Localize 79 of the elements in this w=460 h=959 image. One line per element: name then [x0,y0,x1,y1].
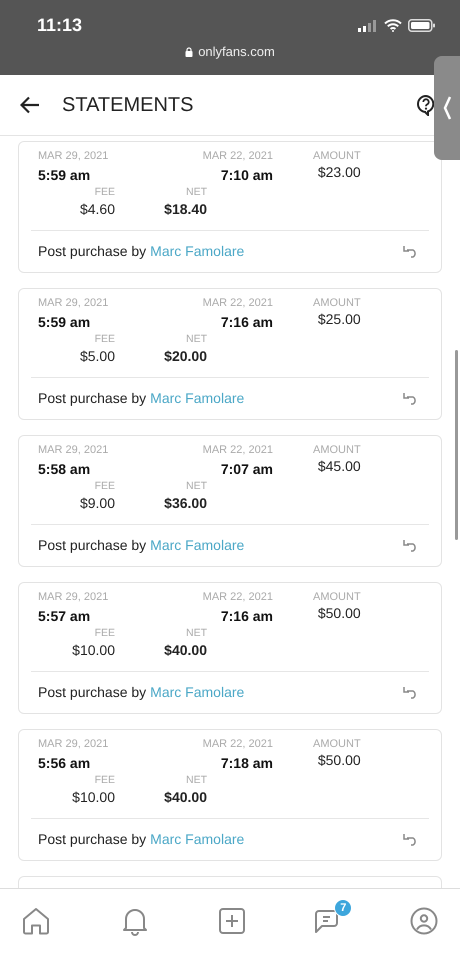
time-text: 7:18 am [220,755,273,771]
undo-icon[interactable] [402,244,419,258]
date-label: MAR 29, 2021 [38,738,108,750]
fee-value: $9.00 [80,495,115,511]
date-label: MAR 22, 2021 [202,738,273,750]
clock-time: 11:13 [37,15,82,36]
amount-value: $23.00 [318,164,361,180]
help-icon[interactable] [416,94,436,116]
battery-icon [408,19,436,32]
fee-value: $10.00 [72,789,115,805]
add-icon[interactable] [218,908,244,934]
net-label: NET [186,480,207,492]
purchase-description: Post purchase by [38,684,146,700]
fee-value: $4.60 [80,201,115,217]
unread-badge: 7 [334,899,352,917]
time-text: 5:58 am [38,461,92,477]
time-text: 7:16 am [220,608,273,624]
lock-icon [185,46,194,56]
time-text: 7:07 am [220,461,273,477]
net-label: NET [186,333,207,345]
purchase-description: Post purchase by [38,537,146,553]
date-label: MAR 22, 2021 [202,297,273,309]
amount-label: AMOUNT [313,591,361,603]
fee-label: FEE [94,333,115,345]
fee-label: FEE [94,774,115,786]
amount-label: AMOUNT [313,444,361,456]
amount-value: $45.00 [318,458,361,474]
home-icon[interactable] [21,907,51,935]
net-label: NET [186,774,207,786]
user-link[interactable]: Marc Famolare [150,390,244,406]
date-label: MAR 22, 2021 [202,150,273,162]
undo-icon[interactable] [402,832,419,846]
purchase-description: Post purchase by [38,831,146,847]
amount-label: AMOUNT [313,297,361,309]
net-label: NET [186,186,207,198]
amount-label: AMOUNT [313,150,361,162]
net-value: $20.00 [164,348,207,364]
time-text: 7:10 am [220,167,273,183]
wifi-icon [384,19,402,32]
fee-value: $5.00 [80,348,115,364]
fee-label: FEE [94,627,115,639]
purchase-description: Post purchase by [38,243,146,259]
amount-label: AMOUNT [313,738,361,750]
time-text: 5:59 am [38,314,92,330]
date-label: MAR 29, 2021 [38,444,108,456]
undo-icon[interactable] [402,686,419,698]
profile-icon[interactable] [410,907,438,935]
net-value: $18.40 [164,201,207,217]
date-label: MAR 22, 2021 [202,444,273,456]
date-label: MAR 22, 2021 [202,591,273,603]
amount-value: $50.00 [318,605,361,621]
fee-label: FEE [94,480,115,492]
user-link[interactable]: Marc Famolare [150,537,244,553]
back-arrow-icon[interactable] [20,96,40,114]
purchase-description: Post purchase by [38,390,146,406]
time-text: 5:56 am [38,755,92,771]
page-url: onlyfans.com [198,44,275,59]
user-link[interactable]: Marc Famolare [150,831,244,847]
signal-icon [358,20,378,32]
net-value: $36.00 [164,495,207,511]
chevron-left-icon [442,95,452,121]
page-title: STATEMENTS [62,94,194,116]
undo-icon[interactable] [402,392,419,404]
date-label: MAR 29, 2021 [38,591,108,603]
net-value: $40.00 [164,789,207,805]
amount-value: $50.00 [318,752,361,768]
undo-icon[interactable] [402,538,419,552]
date-label: MAR 29, 2021 [38,297,108,309]
time-text: 7:16 am [220,314,273,330]
net-value: $40.00 [164,642,207,658]
user-link[interactable]: Marc Famolare [150,243,244,259]
time-text: 5:59 am [38,167,92,183]
fee-value: $10.00 [72,642,115,658]
net-label: NET [186,627,207,639]
amount-value: $25.00 [318,311,361,327]
user-link[interactable]: Marc Famolare [150,684,244,700]
fee-label: FEE [94,186,115,198]
date-label: MAR 29, 2021 [38,150,108,162]
time-text: 5:57 am [38,608,92,624]
